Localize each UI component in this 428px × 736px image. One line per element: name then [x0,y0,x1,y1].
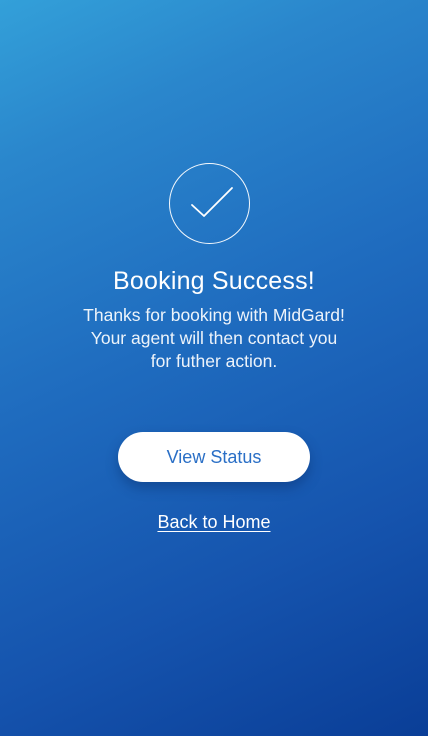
checkmark-icon [191,187,233,217]
checkmark-circle-icon [169,163,250,244]
back-home-container: Back to Home [0,512,428,533]
success-title: Booking Success! [113,267,315,295]
view-status-button[interactable]: View Status [118,432,310,482]
booking-success-screen: Booking Success! Thanks for booking with… [0,0,428,736]
success-message: Thanks for booking with MidGard! Your ag… [83,305,345,371]
back-to-home-link[interactable]: Back to Home [157,512,270,532]
